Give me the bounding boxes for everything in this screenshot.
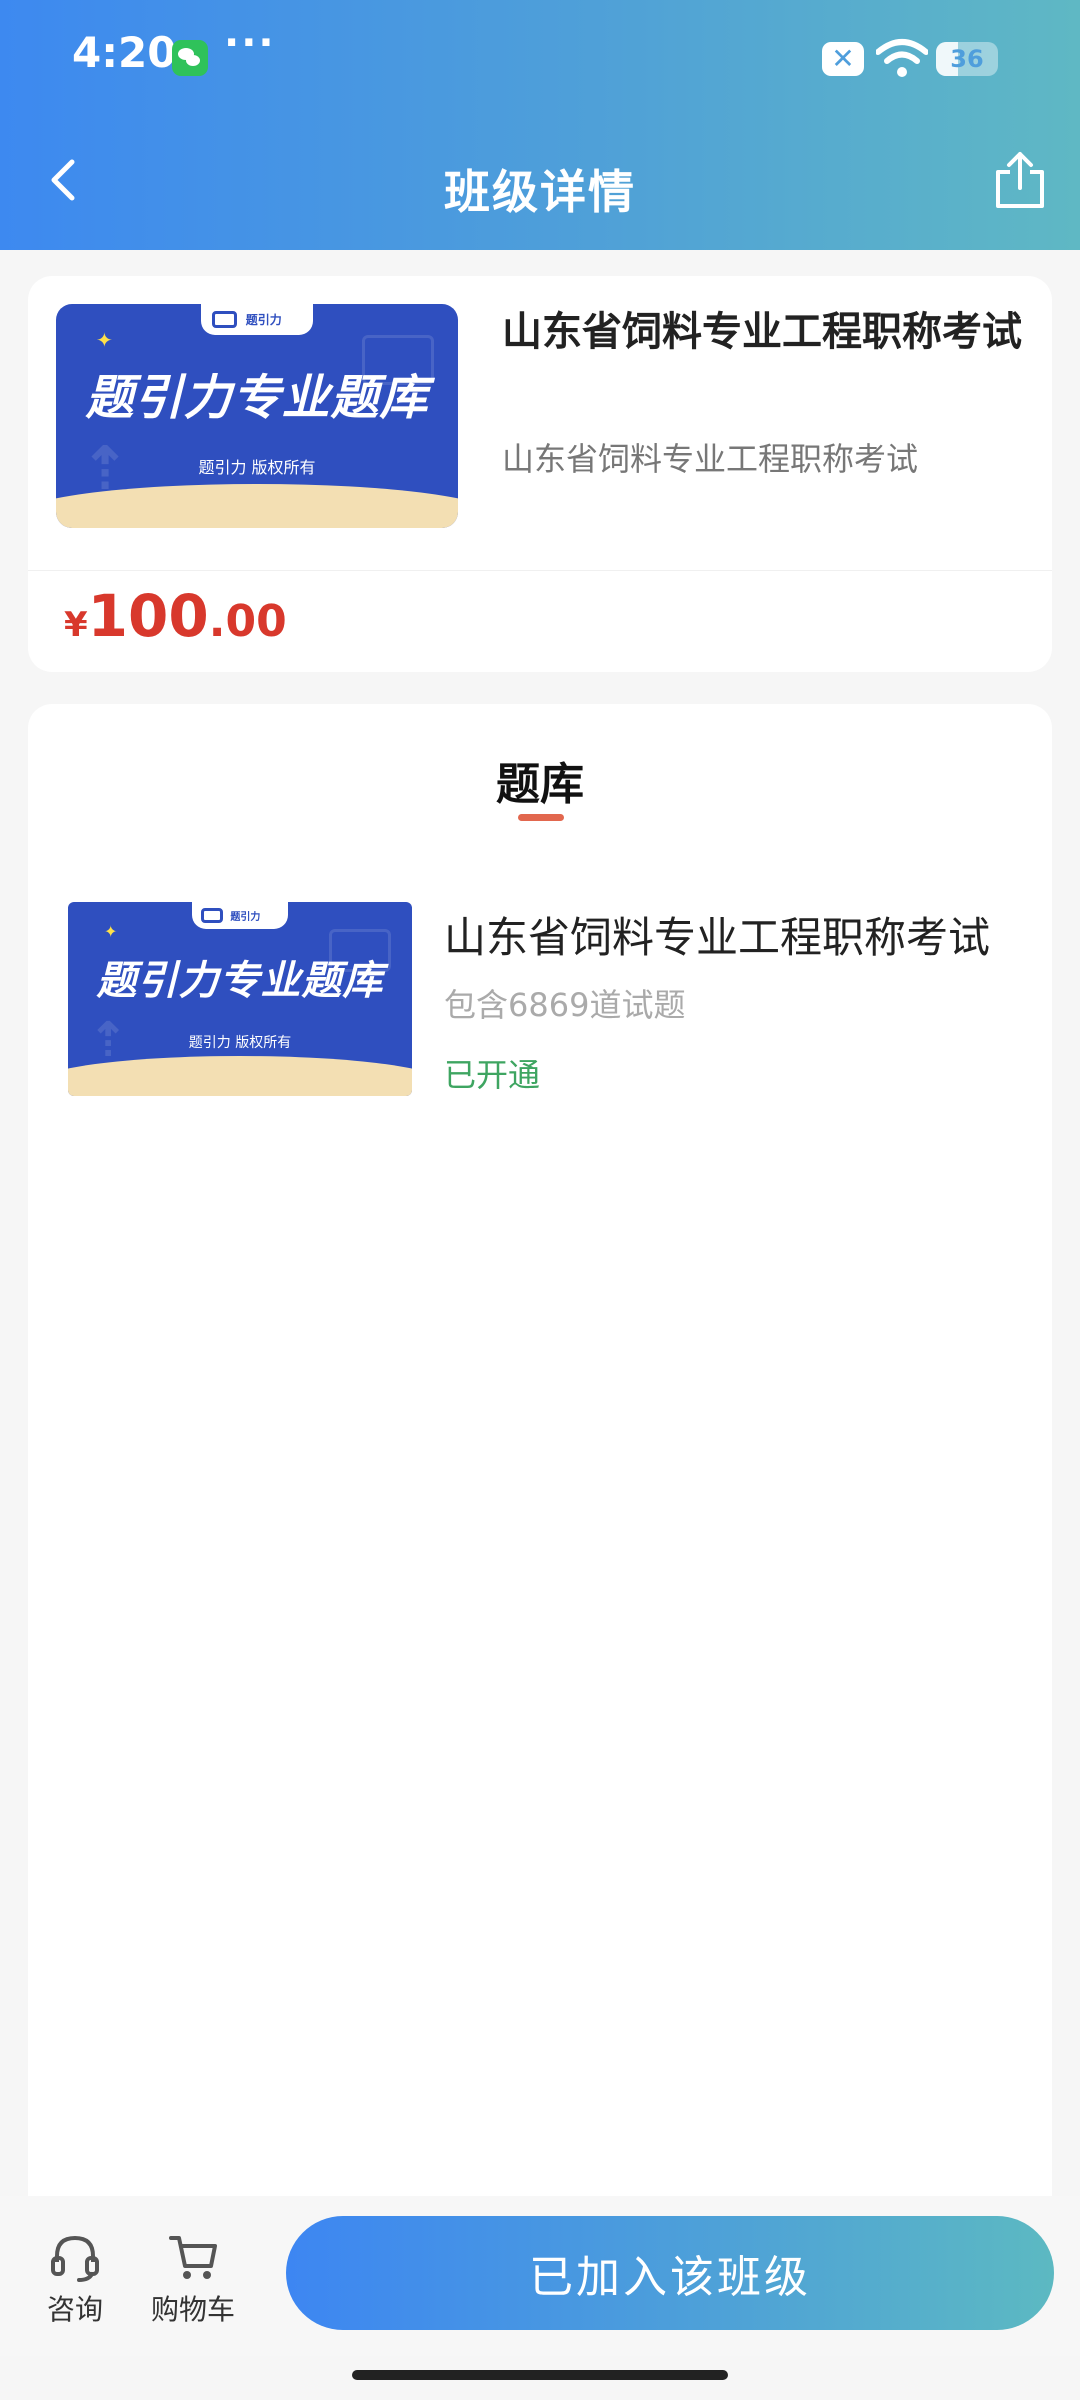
price-integer: 100 <box>87 582 209 650</box>
more-dots-icon: ··· <box>224 20 276 66</box>
battery-level: 36 <box>950 45 984 73</box>
nav-bar: 班级详情 <box>0 120 1080 250</box>
notification-icon: ✕ <box>822 42 864 76</box>
price-decimal: .00 <box>208 596 287 647</box>
price: ¥100.00 <box>64 582 287 650</box>
wifi-icon <box>876 39 928 77</box>
status-time: 4:20 <box>72 28 177 77</box>
shopping-cart-icon <box>169 2236 217 2279</box>
cover-logo-icon <box>211 310 237 329</box>
cover-headline: 题引力专业题库 <box>85 370 429 426</box>
course-card: 题引力 ✦ ⇡ 题引力专业题库 题引力 版权所有 山东省饲料专业工程职称考试 山… <box>28 276 1052 672</box>
divider <box>28 570 1052 571</box>
cover-band <box>56 484 458 528</box>
wechat-icon <box>172 40 208 76</box>
cart-label: 购物车 <box>150 2293 235 2326</box>
cover-logo-tab: 题引力 <box>191 902 289 930</box>
share-icon[interactable] <box>990 148 1050 212</box>
cart-button[interactable]: 购物车 <box>138 2232 248 2328</box>
course-subtitle: 山东省饲料专业工程职称考试 <box>502 440 919 478</box>
cover-logo-text: 题引力 <box>245 313 282 328</box>
sparkle-icon: ✦ <box>104 922 118 941</box>
consult-button[interactable]: 咨询 <box>20 2232 130 2328</box>
headset-icon <box>51 2235 99 2282</box>
course-title: 山东省饲料专业工程职称考试 <box>502 309 1022 355</box>
sparkle-icon: ✦ <box>96 328 113 352</box>
bank-item-status: 已开通 <box>444 1056 541 1094</box>
cover-headline: 题引力专业题库 <box>96 958 384 1004</box>
bottom-bar: 咨询 购物车 已加入该班级 <box>0 2196 1080 2356</box>
page-title: 班级详情 <box>444 165 636 219</box>
tab-indicator <box>518 814 564 821</box>
cover-logo-tab: 题引力 <box>200 304 314 336</box>
bank-cover-image: 题引力 ✦ ⇡ 题引力专业题库 题引力 版权所有 <box>68 902 412 1096</box>
price-symbol: ¥ <box>64 605 88 645</box>
tab-question-bank[interactable]: 题库 <box>28 748 1052 812</box>
header: 4:20 ··· ✕ 36 班级详情 <box>0 0 1080 250</box>
cover-logo-icon <box>201 907 223 924</box>
battery-icon: 36 <box>936 42 998 76</box>
cover-band <box>68 1056 412 1096</box>
status-bar: 4:20 ··· ✕ 36 <box>0 0 1080 120</box>
course-cover-image: 题引力 ✦ ⇡ 题引力专业题库 题引力 版权所有 <box>56 304 458 528</box>
cover-copyright: 题引力 版权所有 <box>188 1035 292 1051</box>
bank-item-title: 山东省饲料专业工程职称考试 <box>444 913 991 962</box>
cover-logo-text: 题引力 <box>230 912 261 924</box>
home-indicator[interactable] <box>352 2370 728 2380</box>
cover-copyright: 题引力 版权所有 <box>198 458 316 477</box>
joined-class-button[interactable]: 已加入该班级 <box>286 2216 1054 2330</box>
bank-item-count: 包含6869道试题 <box>444 986 686 1024</box>
consult-label: 咨询 <box>46 2293 103 2326</box>
